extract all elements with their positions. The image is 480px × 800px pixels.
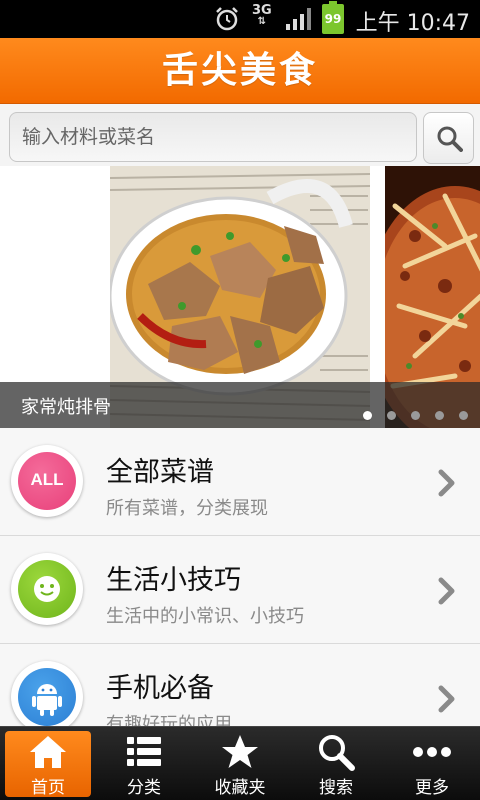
carousel-dot[interactable] bbox=[435, 411, 444, 420]
signal-icon bbox=[286, 8, 311, 30]
menu-item-subtitle: 所有菜谱，分类展现 bbox=[106, 498, 268, 519]
network-indicator: 3G ⇅ bbox=[252, 4, 272, 27]
nav-label: 收藏夹 bbox=[214, 778, 266, 798]
chevron-right-icon bbox=[438, 685, 455, 713]
list-icon bbox=[127, 737, 161, 766]
search-bar bbox=[0, 104, 480, 166]
menu-item-life-tips[interactable]: 生活小技巧 生活中的小常识、小技巧 bbox=[0, 536, 480, 644]
carousel-indicator bbox=[363, 411, 468, 420]
battery-level: 99 bbox=[324, 12, 342, 26]
menu-item-title: 生活小技巧 bbox=[106, 565, 241, 596]
banner-caption-bar: 家常炖排骨 bbox=[0, 382, 480, 428]
title-bar: 舌尖美食 bbox=[0, 38, 480, 104]
nav-label: 首页 bbox=[31, 778, 65, 798]
nav-search[interactable]: 搜索 bbox=[288, 727, 384, 800]
smiley-icon bbox=[11, 553, 83, 625]
alarm-icon bbox=[216, 7, 238, 31]
menu-item-all-recipes[interactable]: ALL 全部菜谱 所有菜谱，分类展现 bbox=[0, 428, 480, 536]
banner-caption: 家常炖排骨 bbox=[21, 397, 111, 418]
more-icon bbox=[413, 747, 451, 757]
nav-label: 更多 bbox=[415, 778, 449, 798]
nav-categories[interactable]: 分类 bbox=[96, 727, 192, 800]
home-icon bbox=[30, 736, 66, 768]
all-icon-label: ALL bbox=[30, 470, 64, 489]
app-screen: 3G ⇅ 99 上午 10:47 舌尖美食 输入材料或菜名 家常炖排骨 ALL … bbox=[0, 0, 480, 800]
carousel-dot[interactable] bbox=[411, 411, 420, 420]
all-icon: ALL bbox=[11, 445, 83, 517]
nav-favorites[interactable]: 收藏夹 bbox=[192, 727, 288, 800]
carousel-dot[interactable] bbox=[459, 411, 468, 420]
menu-item-title: 手机必备 bbox=[106, 673, 214, 704]
menu-item-subtitle: 生活中的小常识、小技巧 bbox=[106, 606, 304, 627]
carousel-dot[interactable] bbox=[387, 411, 396, 420]
featured-carousel[interactable]: 家常炖排骨 bbox=[0, 166, 480, 428]
chevron-right-icon bbox=[438, 577, 455, 605]
nav-more[interactable]: 更多 bbox=[384, 727, 480, 800]
data-arrows-icon: ⇅ bbox=[257, 16, 267, 27]
nav-home[interactable]: 首页 bbox=[0, 727, 96, 800]
status-clock: 上午 10:47 bbox=[355, 11, 470, 36]
android-icon bbox=[11, 661, 83, 726]
star-icon bbox=[222, 735, 258, 768]
battery-icon: 99 bbox=[322, 1, 344, 34]
bottom-navigation: 首页 分类 收藏夹 搜索 更多 bbox=[0, 726, 480, 800]
chevron-right-icon bbox=[438, 469, 455, 497]
search-icon bbox=[437, 126, 463, 152]
status-bar: 3G ⇅ 99 上午 10:47 bbox=[0, 0, 480, 38]
app-title: 舌尖美食 bbox=[161, 50, 318, 91]
search-input[interactable] bbox=[9, 112, 417, 162]
menu-item-title: 全部菜谱 bbox=[106, 457, 214, 488]
carousel-dot[interactable] bbox=[363, 411, 372, 420]
nav-label: 分类 bbox=[127, 778, 161, 798]
menu-item-subtitle: 有趣好玩的应用 bbox=[106, 714, 232, 726]
menu-list: ALL 全部菜谱 所有菜谱，分类展现 生活小技巧 生活中的小常识、小技巧 手机必… bbox=[0, 428, 480, 726]
nav-label: 搜索 bbox=[319, 778, 353, 798]
search-icon bbox=[319, 735, 355, 771]
menu-item-must-have-apps[interactable]: 手机必备 有趣好玩的应用 bbox=[0, 644, 480, 726]
search-button[interactable] bbox=[423, 112, 474, 164]
